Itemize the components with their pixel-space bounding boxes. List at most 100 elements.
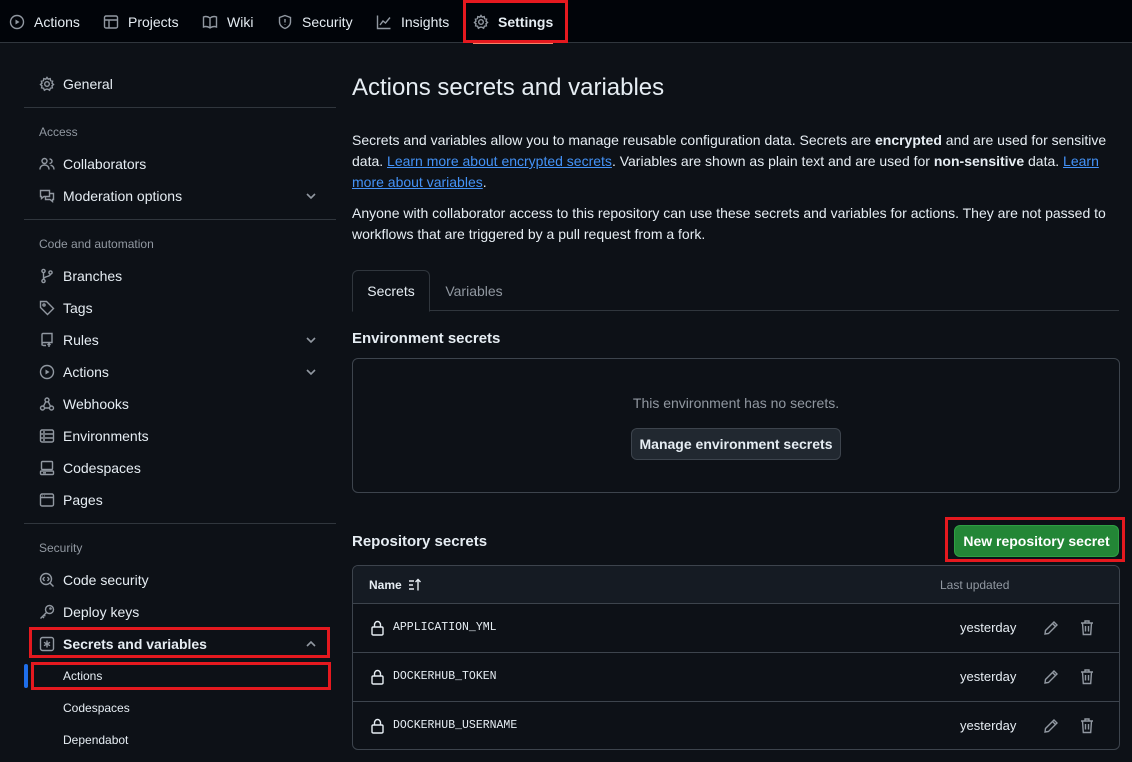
intro-bold-encrypted: encrypted [874,132,942,148]
tab-settings[interactable]: Settings [473,0,554,44]
tab-actions[interactable]: Actions [9,0,80,43]
sidebar-subitem-codespaces[interactable]: Codespaces [36,694,330,722]
tab-secrets[interactable]: Secrets [352,270,430,312]
play-circle-icon [39,364,55,380]
intro-bold-non-sensitive: non-sensitive [933,153,1025,169]
sidebar-subitem-actions[interactable]: Actions [36,662,330,690]
browser-icon [39,492,55,508]
people-icon [39,156,55,172]
new-repository-secret-button[interactable]: New repository secret [954,525,1119,557]
sidebar-item-label: Codespaces [63,460,141,476]
sidebar-item-label: Collaborators [63,156,147,172]
asterisk-box-icon [39,636,55,652]
intro-text: . [482,174,487,190]
tag-icon [39,300,55,316]
book-icon [202,14,218,30]
secret-name: DOCKERHUB_USERNAME [393,719,518,732]
sidebar-item-label: Moderation options [63,188,183,204]
repository-secrets-table: Name Last updated APPLICATION_YML yester… [352,565,1120,750]
repo-push-icon [39,332,55,348]
repo-top-nav: Actions Projects Wiki Security Insights … [0,0,1132,44]
sidebar-item-label: Rules [63,332,99,348]
gear-icon [473,13,489,30]
table-icon [103,14,119,30]
sort-icon[interactable] [408,578,422,592]
sidebar-item-label: Branches [63,268,123,284]
tab-label: Settings [498,13,554,30]
codescan-icon [39,572,55,588]
sidebar-item-pages[interactable]: Pages [28,484,330,516]
sidebar-item-label: Deploy keys [63,604,140,620]
sidebar-item-general[interactable]: General [28,68,330,100]
tab-wiki[interactable]: Wiki [202,0,253,43]
active-indicator [24,664,28,688]
sidebar-item-collaborators[interactable]: Collaborators [28,148,330,180]
sidebar-heading-access: Access [39,125,78,139]
secret-name: DOCKERHUB_TOKEN [393,670,497,683]
intro-text: data. [1024,153,1064,169]
intro-text: . Variables are shown as plain text and … [611,153,934,169]
secrets-variables-tabs: Secrets Variables [352,270,1119,312]
sidebar-item-codespaces[interactable]: Codespaces [28,452,330,484]
sidebar-item-label: Tags [63,300,93,316]
sidebar-divider [24,219,336,220]
webhook-icon [39,396,55,412]
tab-label: Projects [128,13,179,30]
last-updated: yesterday [960,620,1017,635]
sidebar-item-label: Code security [63,572,149,588]
environment-secrets-box: This environment has no secrets. Manage … [352,358,1120,493]
table-row: DOCKERHUB_USERNAME yesterday [353,702,1119,749]
manage-environment-secrets-button[interactable]: Manage environment secrets [631,428,841,460]
sidebar-item-label: Environments [63,428,149,444]
tab-projects[interactable]: Projects [103,0,179,43]
sidebar-subitem-label: Dependabot [63,733,129,747]
sidebar-subitem-dependabot[interactable]: Dependabot [36,726,330,754]
shield-icon [277,14,293,30]
sidebar-item-secrets-variables[interactable]: Secrets and variables [28,628,330,660]
empty-state-message: This environment has no secrets. [632,395,840,411]
tab-label: Actions [34,13,80,30]
table-header: Name Last updated [353,566,1119,604]
sidebar-item-tags[interactable]: Tags [28,292,330,324]
sidebar-item-label: Pages [63,492,103,508]
key-icon [39,604,55,620]
column-header-label: Name [369,578,402,592]
table-row: DOCKERHUB_TOKEN yesterday [353,653,1119,702]
sidebar-item-label: General [63,76,113,92]
sidebar-item-moderation[interactable]: Moderation options [28,180,330,212]
sidebar-heading-code: Code and automation [39,237,154,251]
tab-variables[interactable]: Variables [445,270,502,311]
sidebar-item-branches[interactable]: Branches [28,260,330,292]
tab-label: Wiki [227,13,254,30]
server-icon [39,428,55,444]
sidebar-subitem-label: Actions [63,669,103,683]
collaborator-note: Anyone with collaborator access to this … [352,205,1106,242]
tab-security[interactable]: Security [277,0,353,43]
sidebar-item-deploy-keys[interactable]: Deploy keys [28,596,330,628]
sidebar-item-code-security[interactable]: Code security [28,564,330,596]
sidebar-item-rules[interactable]: Rules [28,324,330,356]
tab-label: Insights [401,13,450,30]
table-row: APPLICATION_YML yesterday [353,604,1119,653]
git-branch-icon [39,268,55,284]
gear-icon [39,76,55,92]
environment-secrets-heading: Environment secrets [352,330,501,347]
tab-insights[interactable]: Insights [376,0,449,43]
graph-icon [376,14,392,30]
sidebar-subitem-label: Codespaces [63,701,130,715]
sidebar-item-actions[interactable]: Actions [28,356,330,388]
learn-more-secrets-link[interactable]: Learn more about encrypted secrets [387,153,612,169]
sidebar-item-webhooks[interactable]: Webhooks [28,388,330,420]
sidebar-item-label: Secrets and variables [63,636,207,652]
sidebar-divider [24,523,336,524]
column-name-header[interactable]: Name [369,578,422,592]
intro-text: Secrets and variables allow you to manag… [352,132,875,148]
sidebar-heading-security: Security [39,541,83,555]
last-updated: yesterday [960,669,1017,684]
tab-label: Security [302,13,353,30]
secret-name: APPLICATION_YML [393,621,497,634]
intro-paragraph: Secrets and variables allow you to manag… [352,130,1122,193]
play-circle-icon [9,14,25,30]
sidebar-item-environments[interactable]: Environments [28,420,330,452]
last-updated: yesterday [960,718,1017,733]
